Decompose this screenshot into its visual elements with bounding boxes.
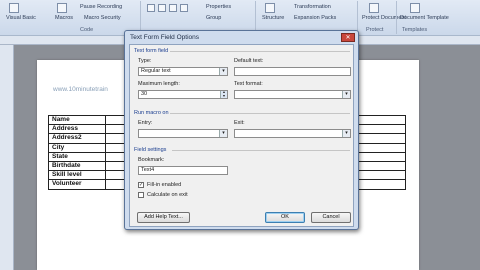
table-row-label[interactable]: Skill level xyxy=(48,170,106,181)
control-icon[interactable] xyxy=(180,4,188,12)
section-divider xyxy=(170,113,350,114)
control-icon[interactable] xyxy=(169,4,177,12)
macros-icon xyxy=(57,3,67,13)
macros-button[interactable]: Macros xyxy=(55,15,73,21)
control-icon[interactable] xyxy=(158,4,166,12)
bookmark-value: Text4 xyxy=(141,167,155,173)
entry-macro-dropdown[interactable]: ▾ xyxy=(138,129,228,138)
text-form-field-options-dialog: Text Form Field Options ✕ Text form fiel… xyxy=(124,30,359,230)
fill-in-enabled-checkbox[interactable]: ✓ xyxy=(138,182,144,188)
chevron-down-icon[interactable]: ▾ xyxy=(342,91,350,98)
table-row-label[interactable]: Address xyxy=(48,124,106,135)
section-run-macro-on: Run macro on xyxy=(134,110,169,116)
spinner-arrows-icon[interactable]: ▲ ▼ xyxy=(220,91,227,98)
calculate-on-exit-checkbox[interactable] xyxy=(138,192,144,198)
fill-in-enabled-label[interactable]: Fill-in enabled xyxy=(147,182,181,188)
default-text-input[interactable] xyxy=(234,67,351,76)
exit-macro-dropdown[interactable]: ▾ xyxy=(234,129,351,138)
checkmark-icon: ✓ xyxy=(139,182,144,188)
section-divider xyxy=(172,150,350,151)
templates-group-label: Templates xyxy=(402,27,428,33)
ok-button[interactable]: OK xyxy=(265,212,305,223)
transformation-button[interactable]: Transformation xyxy=(294,4,331,10)
chevron-down-icon[interactable]: ▾ xyxy=(342,130,350,137)
text-format-label: Text format: xyxy=(234,81,263,87)
maximum-length-value: 30 xyxy=(141,91,148,97)
table-row-label[interactable]: Volunteer xyxy=(48,179,106,190)
bookmark-label: Bookmark: xyxy=(138,157,165,163)
protect-group-label: Protect xyxy=(366,27,384,33)
visual-basic-button[interactable]: Visual Basic xyxy=(6,15,36,21)
table-row-label[interactable]: State xyxy=(48,151,106,162)
section-text-form-field: Text form field xyxy=(134,48,169,54)
macro-security-button[interactable]: Macro Security xyxy=(84,15,121,21)
add-help-text-button[interactable]: Add Help Text... xyxy=(137,212,190,223)
document-template-icon xyxy=(410,3,420,13)
watermark-text: www.10minutetrain xyxy=(53,86,108,93)
code-group-label: Code xyxy=(80,27,94,33)
type-value: Regular text xyxy=(141,68,171,74)
group-button[interactable]: Group xyxy=(206,15,221,21)
table-row-label[interactable]: Birthdate xyxy=(48,160,106,172)
maximum-length-label: Maximum length: xyxy=(138,81,180,87)
ribbon-separator xyxy=(357,1,358,34)
table-row-label[interactable]: City xyxy=(48,142,106,153)
expansion-packs-button[interactable]: Expansion Packs xyxy=(294,15,336,21)
section-divider xyxy=(170,51,350,52)
table-row-label[interactable]: Name xyxy=(48,114,106,126)
close-icon[interactable]: ✕ xyxy=(341,33,355,42)
pause-recording-button[interactable]: Pause Recording xyxy=(80,4,122,10)
dialog-body: Text form field Type: Regular text ▾ Def… xyxy=(129,44,354,227)
dialog-title: Text Form Field Options xyxy=(130,34,199,41)
entry-label: Entry: xyxy=(138,120,153,126)
table-row-label[interactable]: Address2 xyxy=(48,133,106,144)
ribbon-separator xyxy=(396,1,397,34)
document-template-button[interactable]: Document Template xyxy=(400,15,449,21)
visual-basic-icon xyxy=(9,3,19,13)
structure-button[interactable]: Structure xyxy=(262,15,284,21)
properties-button[interactable]: Properties xyxy=(206,4,231,10)
chevron-down-icon[interactable]: ▾ xyxy=(219,68,227,75)
type-dropdown[interactable]: Regular text ▾ xyxy=(138,67,228,76)
section-field-settings: Field settings xyxy=(134,147,167,153)
chevron-down-icon[interactable]: ▾ xyxy=(219,130,227,137)
cancel-button[interactable]: Cancel xyxy=(311,212,351,223)
type-label: Type: xyxy=(138,58,152,64)
exit-label: Exit: xyxy=(234,120,245,126)
bookmark-input[interactable]: Text4 xyxy=(138,166,228,175)
structure-icon xyxy=(265,3,275,13)
control-icon[interactable] xyxy=(147,4,155,12)
maximum-length-spinner[interactable]: 30 ▲ ▼ xyxy=(138,90,228,99)
calculate-on-exit-label[interactable]: Calculate on exit xyxy=(147,192,188,198)
text-format-dropdown[interactable]: ▾ xyxy=(234,90,351,99)
protect-document-icon xyxy=(369,3,379,13)
vertical-ruler[interactable] xyxy=(0,45,14,270)
default-text-label: Default text: xyxy=(234,58,264,64)
